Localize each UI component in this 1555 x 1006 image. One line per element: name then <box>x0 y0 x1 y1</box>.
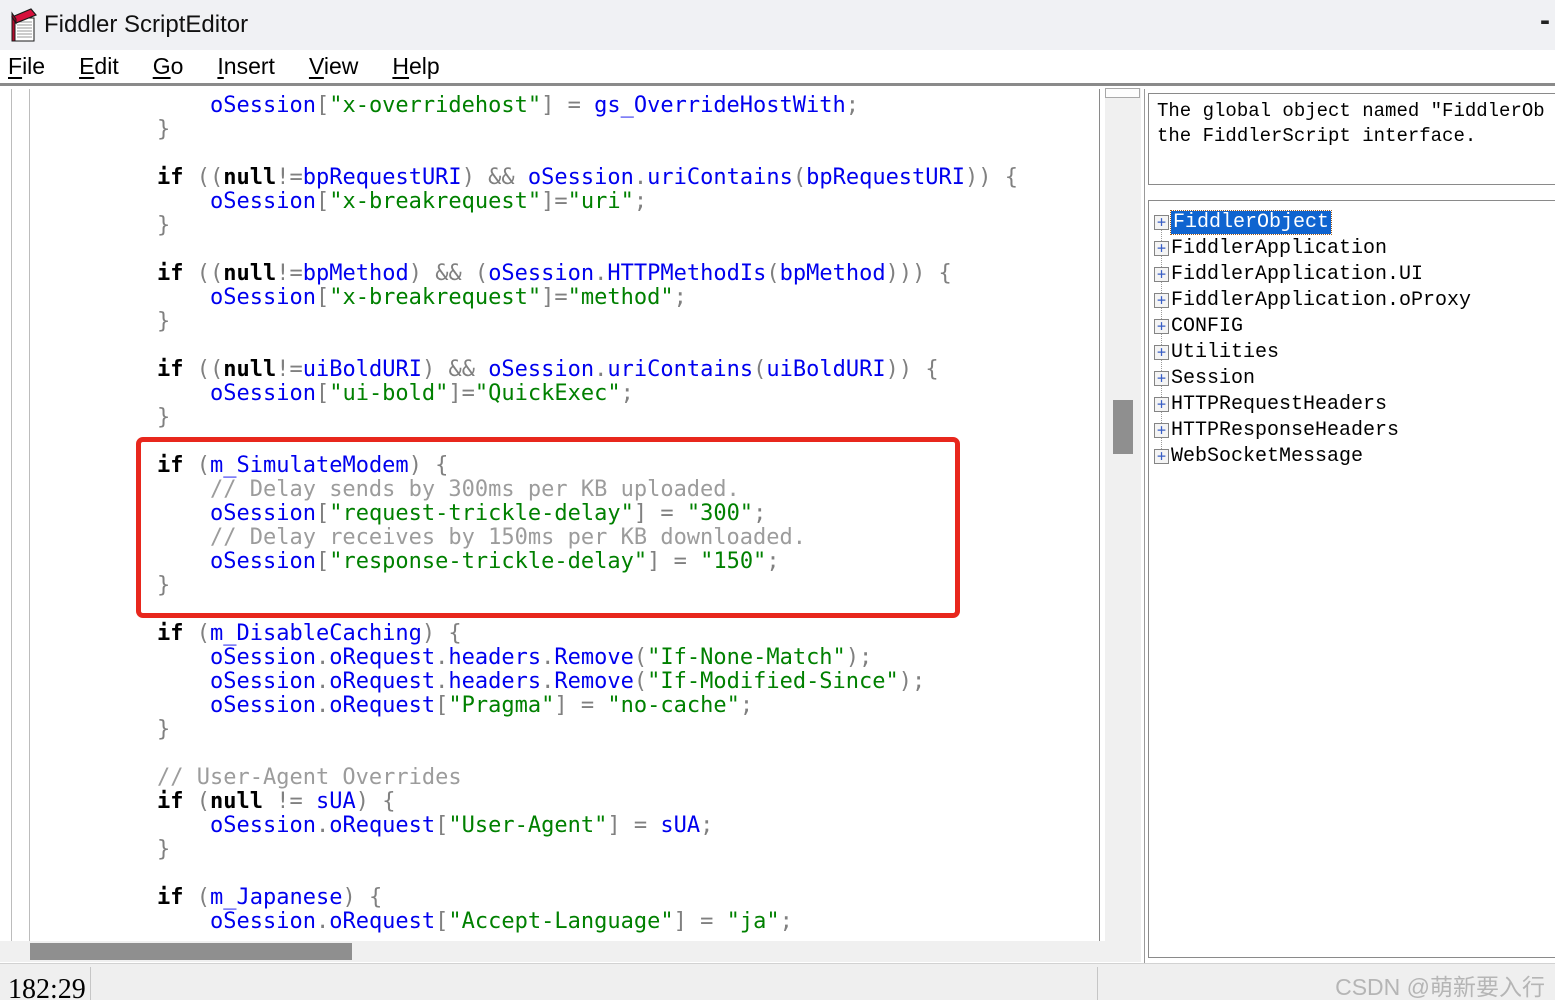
tree-item-label: HTTPRequestHeaders <box>1171 393 1387 416</box>
annotation-red-box <box>136 437 960 618</box>
code-line: oSession["x-breakrequest"]="uri"; <box>157 190 1018 214</box>
tree-item-label: CONFIG <box>1171 315 1243 338</box>
window-title: Fiddler ScriptEditor <box>44 11 248 39</box>
tree-item-label: FiddlerApplication.UI <box>1171 263 1423 286</box>
fiddler-notebook-icon <box>9 7 37 43</box>
code-line <box>157 862 1018 886</box>
editor-margin-line <box>11 89 12 941</box>
minimize-button[interactable]: - <box>1540 4 1550 38</box>
code-line: oSession.oRequest["User-Agent"] = sUA; <box>157 814 1018 838</box>
code-line: oSession["x-breakrequest"]="method"; <box>157 286 1018 310</box>
expand-plus-icon[interactable]: + <box>1154 319 1169 334</box>
code-line: } <box>157 214 1018 238</box>
scrollbar-gripper[interactable] <box>1105 88 1140 98</box>
code-line: oSession.oRequest.headers.Remove("If-Mod… <box>157 670 1018 694</box>
tree-item-fiddlerapplication[interactable]: +FiddlerApplication <box>1149 235 1555 261</box>
description-line: The global object named "FiddlerOb <box>1157 99 1555 124</box>
expand-plus-icon[interactable]: + <box>1154 215 1169 230</box>
code-line: if (null != sUA) { <box>157 790 1018 814</box>
menu-item-go[interactable]: Go <box>153 53 184 80</box>
vertical-scrollbar[interactable] <box>1105 88 1141 962</box>
tree-item-fiddlerapplication-ui[interactable]: +FiddlerApplication.UI <box>1149 261 1555 287</box>
expand-plus-icon[interactable]: + <box>1154 397 1169 412</box>
code-line <box>157 238 1018 262</box>
status-separator <box>90 967 91 1000</box>
tree-item-utilities[interactable]: +Utilities <box>1149 339 1555 365</box>
watermark: CSDN @萌新要入行 <box>1335 968 1545 1002</box>
menu-bar: File Edit Go Insert View Help <box>0 50 1555 86</box>
horizontal-scrollbar-thumb[interactable] <box>30 943 352 960</box>
tree-item-httpresponseheaders[interactable]: +HTTPResponseHeaders <box>1149 417 1555 443</box>
tree-item-label: FiddlerApplication <box>1171 237 1387 260</box>
code-line <box>157 142 1018 166</box>
code-line: } <box>157 310 1018 334</box>
vertical-scrollbar-thumb[interactable] <box>1113 400 1133 454</box>
code-line: oSession.oRequest.headers.Remove("If-Non… <box>157 646 1018 670</box>
code-line: if ((null!=bpRequestURI) && oSession.uri… <box>157 166 1018 190</box>
code-line: // User-Agent Overrides <box>157 766 1018 790</box>
code-line: oSession.oRequest["Accept-Language"] = "… <box>157 910 1018 934</box>
editor-margin-line <box>29 89 30 941</box>
cursor-position: 182:29 <box>8 974 86 1006</box>
editor-border <box>1099 89 1100 962</box>
expand-plus-icon[interactable]: + <box>1154 371 1169 386</box>
tree-item-label: Utilities <box>1171 341 1279 364</box>
status-bar <box>0 963 1555 1000</box>
status-separator <box>1097 967 1098 1000</box>
tree-item-fiddlerapplication-oproxy[interactable]: +FiddlerApplication.oProxy <box>1149 287 1555 313</box>
code-line: } <box>157 406 1018 430</box>
pane-divider <box>1144 89 1145 963</box>
class-description-panel: The global object named "FiddlerObthe Fi… <box>1148 93 1555 185</box>
tree-item-label: WebSocketMessage <box>1171 445 1363 468</box>
expand-plus-icon[interactable]: + <box>1154 267 1169 282</box>
code-line: if (m_Japanese) { <box>157 886 1018 910</box>
code-line: } <box>157 838 1018 862</box>
code-line: oSession["ui-bold"]="QuickExec"; <box>157 382 1018 406</box>
tree-item-fiddlerobject[interactable]: +FiddlerObject <box>1149 209 1555 235</box>
code-line <box>157 334 1018 358</box>
expand-plus-icon[interactable]: + <box>1154 449 1169 464</box>
code-line: if ((null!=uiBoldURI) && oSession.uriCon… <box>157 358 1018 382</box>
code-line: oSession.oRequest["Pragma"] = "no-cache"… <box>157 694 1018 718</box>
code-line: } <box>157 718 1018 742</box>
description-line: the FiddlerScript interface. <box>1157 124 1555 149</box>
menu-item-view[interactable]: View <box>309 53 358 80</box>
tree-item-session[interactable]: +Session <box>1149 365 1555 391</box>
tree-item-httprequestheaders[interactable]: +HTTPRequestHeaders <box>1149 391 1555 417</box>
code-line: oSession["x-overridehost"] = gs_Override… <box>157 94 1018 118</box>
expand-plus-icon[interactable]: + <box>1154 241 1169 256</box>
tree-item-label: FiddlerObject <box>1171 211 1331 234</box>
tree-item-config[interactable]: +CONFIG <box>1149 313 1555 339</box>
menu-item-edit[interactable]: Edit <box>79 53 119 80</box>
menu-item-insert[interactable]: Insert <box>217 53 275 80</box>
class-tree-panel: +FiddlerObject+FiddlerApplication+Fiddle… <box>1148 200 1555 958</box>
code-line <box>157 742 1018 766</box>
menu-item-help[interactable]: Help <box>392 53 439 80</box>
expand-plus-icon[interactable]: + <box>1154 423 1169 438</box>
menu-item-file[interactable]: File <box>8 53 45 80</box>
title-bar: Fiddler ScriptEditor - <box>0 0 1555 50</box>
code-line: if ((null!=bpMethod) && (oSession.HTTPMe… <box>157 262 1018 286</box>
code-line: } <box>157 118 1018 142</box>
tree-item-label: FiddlerApplication.oProxy <box>1171 289 1471 312</box>
tree-item-label: HTTPResponseHeaders <box>1171 419 1399 442</box>
expand-plus-icon[interactable]: + <box>1154 345 1169 360</box>
tree-item-label: Session <box>1171 367 1255 390</box>
tree-item-websocketmessage[interactable]: +WebSocketMessage <box>1149 443 1555 469</box>
code-line: if (m_DisableCaching) { <box>157 622 1018 646</box>
expand-plus-icon[interactable]: + <box>1154 293 1169 308</box>
